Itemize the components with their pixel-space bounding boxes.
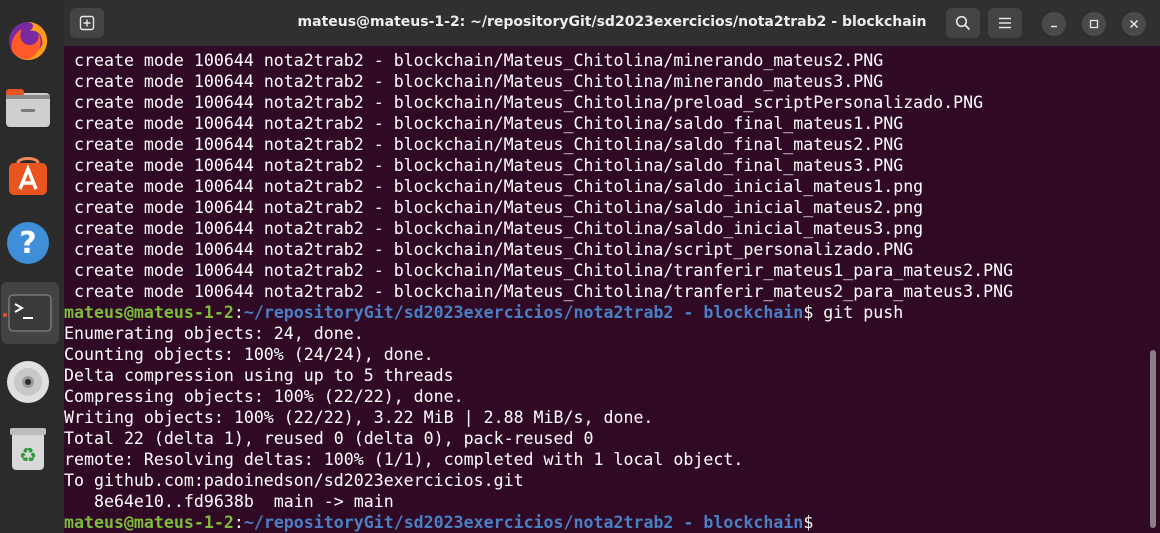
current-prompt-line[interactable]: mateus@mateus-1-2:~/repositoryGit/sd2023…: [64, 512, 813, 533]
output-line: create mode 100644 nota2trab2 - blockcha…: [74, 135, 904, 154]
output-line: create mode 100644 nota2trab2 - blockcha…: [74, 240, 914, 259]
terminal-window: mateus@mateus-1-2: ~/repositoryGit/sd202…: [64, 0, 1160, 533]
output-line: create mode 100644 nota2trab2 - blockcha…: [74, 72, 884, 91]
running-indicator: [3, 313, 7, 317]
terminal-launcher[interactable]: [1, 282, 59, 344]
minimize-button[interactable]: [1042, 12, 1066, 36]
trash-launcher[interactable]: ♻: [0, 418, 56, 480]
prompt-colon: :: [233, 303, 244, 322]
svg-text:♻: ♻: [19, 443, 37, 467]
output-line: create mode 100644 nota2trab2 - blockcha…: [74, 261, 1014, 280]
output-line: Compressing objects: 100% (22/22), done.: [64, 387, 464, 406]
hamburger-menu-icon: [999, 17, 1011, 29]
output-line: Total 22 (delta 1), reused 0 (delta 0), …: [64, 429, 594, 448]
terminal-output[interactable]: create mode 100644 nota2trab2 - blockcha…: [64, 46, 1148, 533]
output-line: create mode 100644 nota2trab2 - blockcha…: [74, 282, 1014, 301]
current-prompt-dollar: $: [803, 513, 814, 532]
disc-icon: [7, 361, 49, 403]
disc-launcher[interactable]: [0, 351, 56, 413]
firefox-launcher[interactable]: [0, 10, 56, 72]
dock: ? ♻: [0, 0, 59, 533]
files-icon: [6, 89, 50, 127]
prompt-line: mateus@mateus-1-2:~/repositoryGit/sd2023…: [64, 302, 903, 323]
output-line: Counting objects: 100% (24/24), done.: [64, 345, 434, 364]
current-prompt-user: mateus@mateus-1-2: [64, 513, 234, 532]
trash-icon: ♻: [10, 428, 46, 470]
firefox-icon: [9, 21, 48, 60]
close-button[interactable]: [1122, 12, 1146, 36]
files-launcher[interactable]: [0, 77, 56, 139]
current-prompt-colon: :: [233, 513, 244, 532]
output-line: remote: Resolving deltas: 100% (1/1), co…: [64, 450, 744, 469]
close-icon: [1129, 19, 1139, 29]
app-center-launcher[interactable]: [0, 144, 56, 206]
output-line: Writing objects: 100% (22/22), 3.22 MiB …: [64, 408, 654, 427]
help-icon: ?: [7, 222, 49, 264]
prompt-path: ~/repositoryGit/sd2023exercicios/nota2tr…: [243, 303, 804, 322]
current-prompt-path: ~/repositoryGit/sd2023exercicios/nota2tr…: [243, 513, 804, 532]
output-line: create mode 100644 nota2trab2 - blockcha…: [74, 93, 984, 112]
app-center-icon: [9, 157, 47, 195]
output-line: create mode 100644 nota2trab2 - blockcha…: [74, 219, 924, 238]
terminal-icon: [8, 294, 52, 332]
output-line: To github.com:padoinedson/sd2023exercici…: [64, 471, 524, 490]
title-bar: mateus@mateus-1-2: ~/repositoryGit/sd202…: [64, 0, 1160, 46]
output-line: Delta compression using up to 5 threads: [64, 366, 454, 385]
minimize-icon: [1051, 25, 1057, 28]
help-launcher[interactable]: ?: [0, 212, 56, 274]
output-line: create mode 100644 nota2trab2 - blockcha…: [74, 177, 924, 196]
prompt-user: mateus@mateus-1-2: [64, 303, 234, 322]
prompt-dollar: $: [803, 303, 814, 322]
output-line: create mode 100644 nota2trab2 - blockcha…: [74, 51, 884, 70]
scrollbar-thumb[interactable]: [1150, 350, 1156, 528]
search-button[interactable]: [946, 8, 980, 38]
menu-button[interactable]: [988, 8, 1022, 38]
output-line: create mode 100644 nota2trab2 - blockcha…: [74, 198, 924, 217]
output-line: Enumerating objects: 24, done.: [64, 324, 364, 343]
output-line: create mode 100644 nota2trab2 - blockcha…: [74, 114, 904, 133]
command-text: git push: [813, 303, 904, 322]
maximize-icon: [1089, 19, 1099, 29]
svg-text:?: ?: [19, 226, 36, 261]
output-line: 8e64e10..fd9638b main -> main: [64, 492, 394, 511]
output-line: create mode 100644 nota2trab2 - blockcha…: [74, 156, 904, 175]
maximize-button[interactable]: [1082, 12, 1106, 36]
search-icon: [955, 15, 971, 31]
